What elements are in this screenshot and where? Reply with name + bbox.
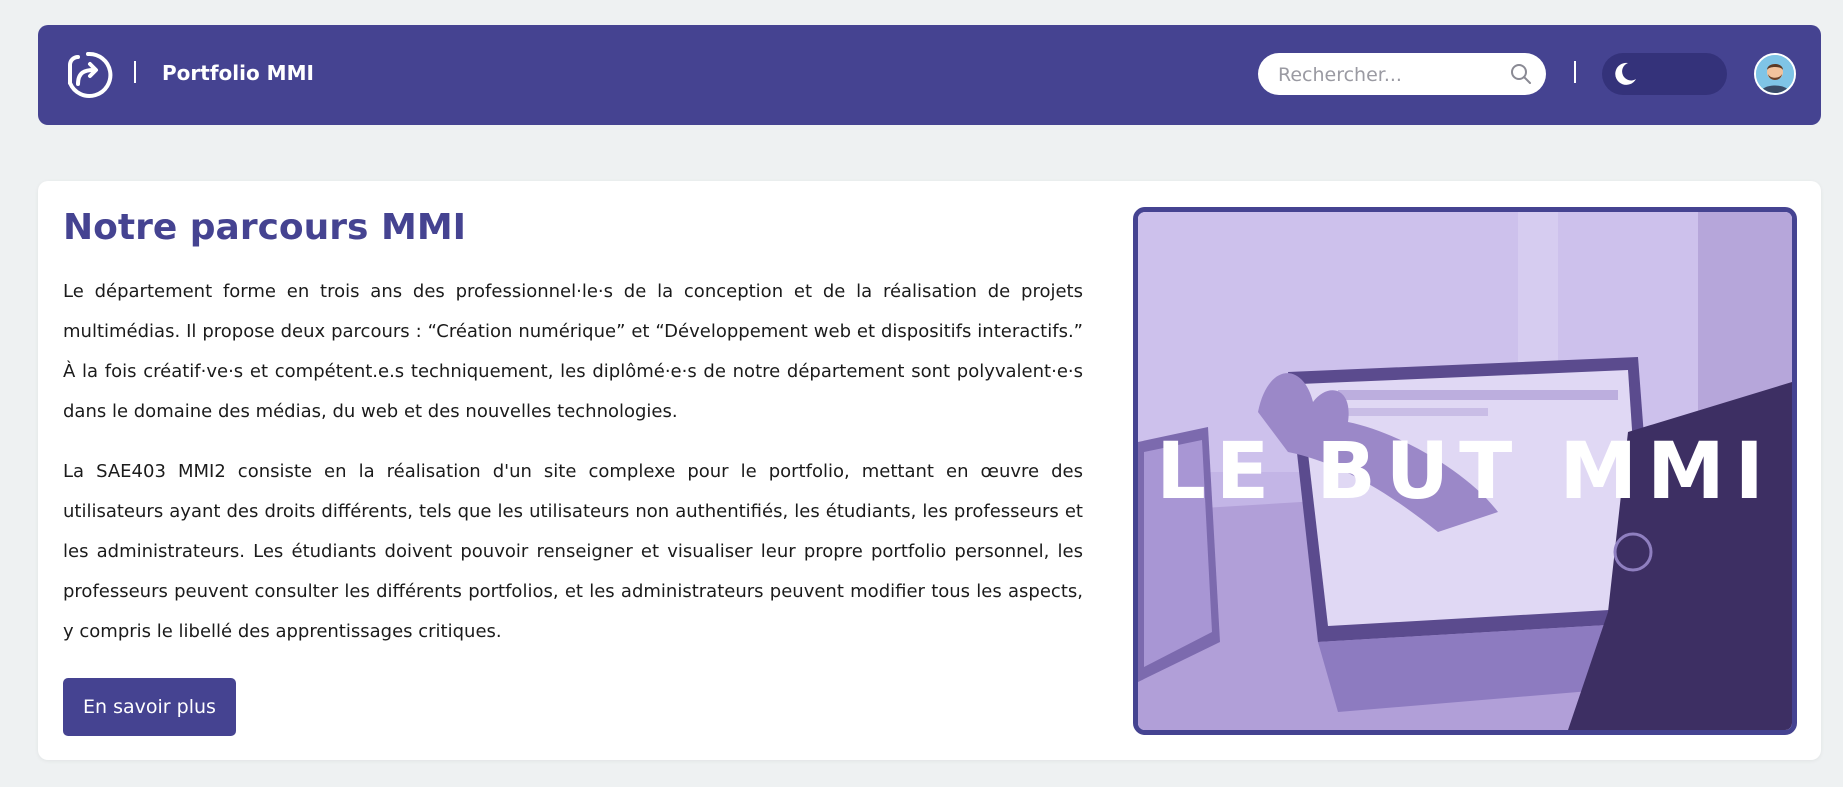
- top-navbar: Portfolio MMI: [38, 25, 1821, 125]
- sae-paragraph: La SAE403 MMI2 consiste en la réalisatio…: [63, 461, 1083, 642]
- nav-separator: [134, 61, 136, 83]
- search-box[interactable]: [1258, 53, 1546, 97]
- hero-caption: LE BUT MMI: [1156, 427, 1774, 517]
- intro-card: Notre parcours MMI Le département forme …: [38, 181, 1821, 760]
- search-icon[interactable]: [1510, 63, 1532, 85]
- page-title: Notre parcours MMI: [63, 207, 467, 248]
- portfolio-logo-icon[interactable]: [63, 50, 113, 100]
- brand-title[interactable]: Portfolio MMI: [162, 61, 314, 85]
- moon-icon: [1612, 61, 1638, 87]
- hero-image: LE BUT MMI: [1133, 207, 1797, 735]
- theme-toggle[interactable]: [1602, 53, 1727, 95]
- learn-more-button[interactable]: En savoir plus: [63, 678, 236, 736]
- intro-paragraph: Le département forme en trois ans des pr…: [63, 281, 1083, 422]
- user-avatar[interactable]: [1754, 53, 1796, 95]
- nav-separator: [1574, 61, 1576, 83]
- search-input[interactable]: [1276, 53, 1500, 97]
